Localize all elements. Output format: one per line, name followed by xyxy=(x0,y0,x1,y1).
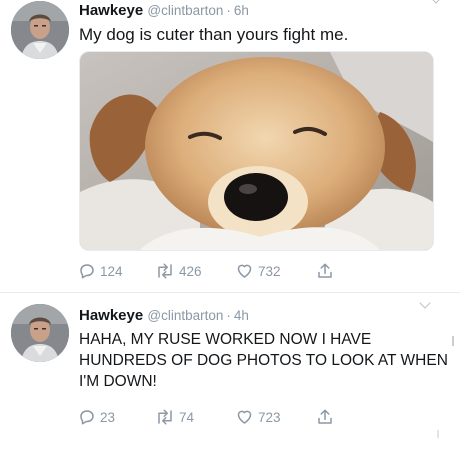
share-button[interactable] xyxy=(316,408,338,426)
tweet-header: Hawkeye @clintbarton · 4h xyxy=(79,307,249,324)
retweet-icon xyxy=(158,409,172,425)
retweet-button[interactable]: 426 xyxy=(155,262,202,280)
reply-button[interactable]: 23 xyxy=(78,408,115,426)
handle[interactable]: @clintbarton xyxy=(147,3,223,18)
timestamp[interactable]: 4h xyxy=(234,308,249,323)
timestamp[interactable]: 6h xyxy=(234,3,249,18)
chevron-down-icon[interactable] xyxy=(419,297,431,309)
handle[interactable]: @clintbarton xyxy=(147,308,223,323)
like-button[interactable]: 732 xyxy=(235,262,281,280)
reply-icon xyxy=(80,264,94,279)
heart-icon xyxy=(237,264,252,278)
heart-icon xyxy=(237,410,252,424)
scrollbar[interactable] xyxy=(452,336,454,346)
tweet[interactable]: Hawkeye @clintbarton · 4h HAHA, MY RUSE WO… xyxy=(0,293,460,454)
share-icon xyxy=(318,263,332,278)
like-count: 723 xyxy=(258,409,281,425)
tweet-actions: 23 74 723 xyxy=(78,408,368,428)
share-icon xyxy=(318,409,332,424)
reply-count: 23 xyxy=(100,409,116,425)
retweet-icon xyxy=(158,263,172,279)
avatar[interactable] xyxy=(11,1,69,59)
separator: · xyxy=(226,3,231,18)
tweet-text: HAHA, MY RUSE WORKED NOW I HAVE HUNDREDS… xyxy=(79,331,448,390)
display-name[interactable]: Hawkeye xyxy=(79,307,143,324)
scrollbar-marker xyxy=(437,430,439,438)
reply-button[interactable]: 124 xyxy=(78,262,123,280)
like-button[interactable]: 723 xyxy=(235,408,281,426)
share-button[interactable] xyxy=(316,262,338,280)
tweet-actions: 124 426 732 xyxy=(78,262,368,282)
tweet-text: My dog is cuter than yours fight me. xyxy=(79,25,349,44)
chevron-down-icon[interactable] xyxy=(430,0,442,4)
reply-count: 124 xyxy=(100,263,123,279)
retweet-count: 426 xyxy=(179,263,202,279)
tweet-header: Hawkeye @clintbarton · 6h xyxy=(79,2,249,19)
tweet-photo[interactable] xyxy=(79,51,434,251)
retweet-count: 74 xyxy=(179,409,195,425)
like-count: 732 xyxy=(258,263,281,279)
tweet[interactable]: Hawkeye @clintbarton · 6h My dog is cuter … xyxy=(0,0,460,292)
avatar[interactable] xyxy=(11,304,69,362)
display-name[interactable]: Hawkeye xyxy=(79,2,143,19)
separator: · xyxy=(226,308,231,323)
reply-icon xyxy=(80,410,94,425)
retweet-button[interactable]: 74 xyxy=(155,408,194,426)
